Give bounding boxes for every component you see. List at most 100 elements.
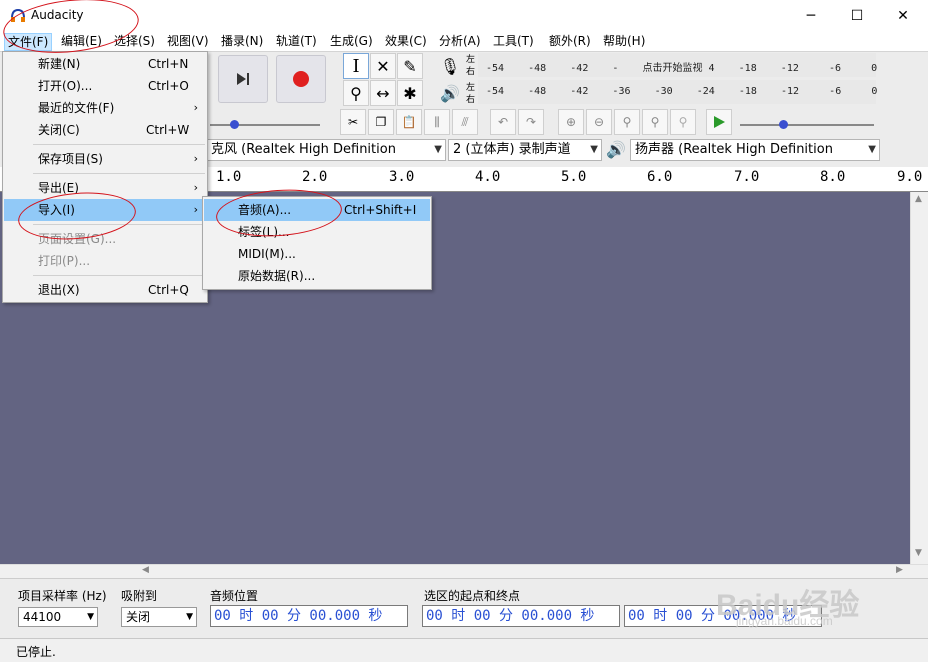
recording-device-value: 克风 (Realtek High Definition [211,142,396,157]
cut-button[interactable]: ✂ [340,109,366,135]
menu-view[interactable]: 视图(V) [164,33,212,51]
double-arrow-icon: ↔ [376,83,390,103]
ruler-label: 3.0 [389,169,415,185]
play-at-speed-button[interactable] [706,109,732,135]
menu-item-recent-files[interactable]: 最近的文件(F) › [4,97,206,119]
record-button[interactable] [276,55,326,103]
menu-item-exit[interactable]: 退出(X) Ctrl+Q [4,279,206,301]
playback-device-select[interactable]: 扬声器 (Realtek High Definition ▼ [630,139,880,161]
scroll-left-icon[interactable]: ◀ [142,565,149,575]
menu-effect[interactable]: 效果(C) [382,33,430,51]
status-bar: 已停止. [0,638,928,662]
speed-slider-thumb[interactable] [779,120,788,129]
edit-toolbar: ✂ ❐ 📋 ⫼ ⫻ [340,109,480,136]
menu-tracks[interactable]: 轨道(T) [273,33,320,51]
menu-item-save-project[interactable]: 保存项目(S) › [4,148,206,170]
playback-speaker-icon: 🔊 [606,140,626,159]
selection-start-field[interactable]: 00 时 00 分 00.000 秒 [422,605,620,627]
scroll-right-icon[interactable]: ▶ [896,565,903,575]
project-rate-value: 44100 [23,610,62,624]
maximize-button[interactable]: ☐ [834,0,880,31]
zoom-tool-button[interactable]: ⚲ [343,80,369,106]
speaker-icon: 🔊 [440,83,460,103]
horizontal-scrollbar[interactable]: ◀ ▶ [0,564,928,578]
menu-separator [33,173,205,174]
ruler-label: 1.0 [216,169,242,185]
copy-icon: ❐ [375,115,387,129]
fit-project-button[interactable]: ⚲ [642,109,668,135]
skip-end-button[interactable] [218,55,268,103]
paste-button[interactable]: 📋 [396,109,422,135]
menu-item-open[interactable]: 打开(O)... Ctrl+O [4,75,206,97]
zoom-toggle-icon: ⚲ [678,115,688,129]
record-meter-scale: -54 -48 -42 - 点击开始监视 4 -18 -12 -6 0 [486,63,878,74]
play-meter-button[interactable]: 🔊 [437,80,463,106]
fit-selection-icon: ⚲ [622,115,632,129]
record-icon [293,71,309,87]
silence-button[interactable]: ⫻ [452,109,478,135]
redo-icon: ↷ [525,115,537,129]
ruler-label: 9.0 [897,169,923,185]
menu-help[interactable]: 帮助(H) [600,33,648,51]
snap-to-select[interactable]: 关闭 ▼ [121,607,197,627]
fit-selection-button[interactable]: ⚲ [614,109,640,135]
menu-item-import-midi[interactable]: MIDI(M)... [204,243,430,265]
undo-button[interactable]: ↶ [490,109,516,135]
zoom-in-button[interactable]: ⊕ [558,109,584,135]
audio-position-field[interactable]: 00 时 00 分 00.000 秒 [210,605,408,627]
close-button[interactable]: ✕ [880,0,926,31]
snap-to-label: 吸附到 [121,589,158,603]
zoom-out-button[interactable]: ⊖ [586,109,612,135]
menu-extra[interactable]: 额外(R) [546,33,594,51]
menu-transport[interactable]: 播录(N) [218,33,266,51]
envelope-icon: ✕ [376,56,390,76]
ruler-label: 5.0 [561,169,587,185]
chevron-down-icon: ▼ [87,612,94,622]
play-speed-slider[interactable] [740,124,874,126]
selection-tool-button[interactable]: I [343,53,369,79]
timeshift-tool-button[interactable]: ↔ [370,80,396,106]
title-bar: Audacity ─ ☐ ✕ [0,0,928,31]
envelope-tool-button[interactable]: ✕ [370,53,396,79]
record-meter-right-label: 右 [466,67,476,77]
recording-channels-select[interactable]: 2 (立体声) 录制声道 ▼ [448,139,602,161]
menu-generate[interactable]: 生成(G) [327,33,376,51]
minimize-button[interactable]: ─ [788,0,834,31]
draw-tool-button[interactable]: ✎ [397,53,423,79]
recording-device-select[interactable]: 克风 (Realtek High Definition ▼ [206,139,446,161]
pencil-icon: ✎ [403,56,417,76]
ruler-label: 4.0 [475,169,501,185]
selection-range-label: 选区的起点和终点 [424,589,521,603]
redo-button[interactable]: ↷ [518,109,544,135]
volume-slider-thumb[interactable] [230,120,239,129]
multi-tool-button[interactable]: ✱ [397,80,423,106]
audio-position-value: 00 时 00 分 00.000 秒 [214,608,383,624]
undo-icon: ↶ [497,115,509,129]
snap-to-value: 关闭 [126,610,151,624]
vertical-scrollbar[interactable]: ▲ ▼ [910,192,928,564]
menu-item-import-raw[interactable]: 原始数据(R)... [204,265,430,287]
zoom-in-icon: ⊕ [565,115,577,129]
record-meter-button[interactable]: 🎙 [437,53,463,79]
menu-item-close[interactable]: 关闭(C) Ctrl+W [4,119,206,141]
menu-bar: 文件(F) 编辑(E) 选择(S) 视图(V) 播录(N) 轨道(T) 生成(G… [0,31,928,51]
menu-analyze[interactable]: 分析(A) [436,33,484,51]
trim-button[interactable]: ⫼ [424,109,450,135]
playback-volume-slider[interactable] [210,124,320,126]
play-meter-right-label: 右 [466,95,476,105]
file-menu: 新建(N) Ctrl+N 打开(O)... Ctrl+O 最近的文件(F) › 关闭(… [2,51,208,303]
project-rate-select[interactable]: 44100 ▼ [18,607,98,627]
microphone-icon: 🎙 [439,56,461,76]
trim-icon: ⫼ [434,114,440,129]
scroll-down-icon[interactable]: ▼ [915,548,922,558]
menu-tools[interactable]: 工具(T) [490,33,537,51]
ruler-label: 8.0 [820,169,846,185]
menu-item-new[interactable]: 新建(N) Ctrl+N [4,53,206,75]
chevron-right-icon: › [193,101,198,114]
scissors-icon: ✂ [347,115,359,129]
magnifier-icon: ⚲ [350,83,362,103]
scroll-up-icon[interactable]: ▲ [915,194,922,204]
zoom-toggle-button[interactable]: ⚲ [670,109,696,135]
audio-position-label: 音频位置 [210,589,259,603]
copy-button[interactable]: ❐ [368,109,394,135]
